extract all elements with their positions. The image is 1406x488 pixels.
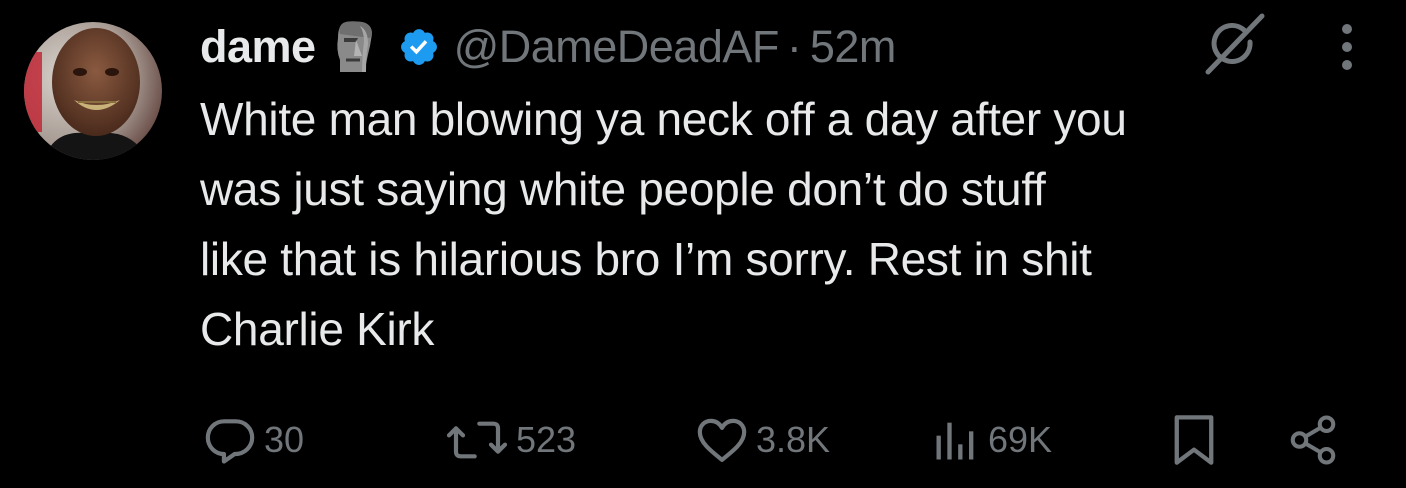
verified-badge-icon[interactable] (398, 26, 440, 68)
author-handle[interactable]: @DameDeadAF (454, 21, 780, 73)
repost-button[interactable]: 523 (444, 408, 576, 472)
more-vertical-icon[interactable] (1332, 22, 1362, 79)
reply-icon (202, 412, 258, 468)
moai-icon (332, 20, 378, 74)
separator-dot: · (786, 21, 802, 72)
avatar[interactable] (24, 22, 162, 160)
grok-icon[interactable] (1200, 8, 1272, 85)
bookmark-icon (1168, 412, 1220, 468)
heart-icon (694, 412, 750, 468)
like-count: 3.8K (756, 419, 831, 460)
view-count: 69K (988, 419, 1053, 460)
timestamp[interactable]: 52m (810, 21, 897, 73)
like-button[interactable]: 3.8K (694, 408, 830, 472)
author-name[interactable]: dame (200, 21, 316, 73)
tweet-actions: 30 523 3.8K 69K (200, 408, 1350, 472)
share-button[interactable] (1286, 408, 1340, 472)
repost-icon (444, 412, 510, 468)
share-icon (1286, 412, 1340, 468)
tweet-text: White man blowing ya neck off a day afte… (200, 93, 1127, 355)
reply-button[interactable]: 30 (202, 408, 304, 472)
views-icon (930, 412, 982, 468)
views-button[interactable]: 69K (930, 408, 1052, 472)
repost-count: 523 (516, 419, 577, 460)
reply-count: 30 (264, 419, 305, 460)
bookmark-button[interactable] (1168, 408, 1220, 472)
